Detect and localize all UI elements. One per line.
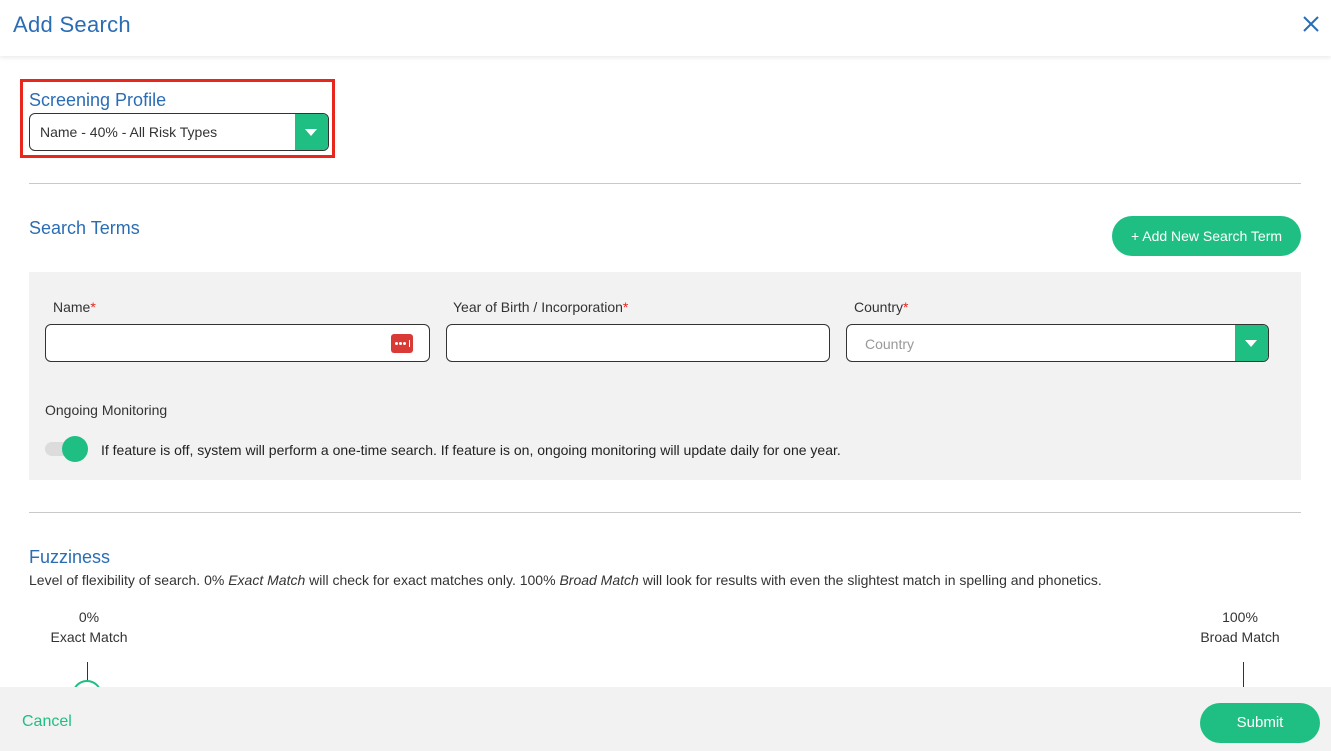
close-icon[interactable] xyxy=(1301,14,1321,34)
search-terms-panel: Name* Year of Birth / Incorporation* Cou… xyxy=(29,272,1301,480)
required-mark: * xyxy=(622,299,629,315)
fuzziness-description: Level of flexibility of search. 0% Exact… xyxy=(29,572,1102,588)
screening-profile-select[interactable]: Name - 40% - All Risk Types xyxy=(29,113,329,151)
chevron-down-icon[interactable] xyxy=(1235,325,1268,361)
chevron-down-icon[interactable] xyxy=(295,114,328,150)
cancel-button[interactable]: Cancel xyxy=(22,713,72,731)
scale-max-tick xyxy=(1243,662,1244,687)
screening-profile-title: Screening Profile xyxy=(29,90,167,110)
modal-footer: Cancel Submit xyxy=(0,687,1331,751)
required-mark: * xyxy=(903,299,909,315)
modal-title: Add Search xyxy=(13,12,131,37)
name-input[interactable] xyxy=(45,324,430,362)
scale-max-label: 100% Broad Match xyxy=(1200,609,1280,645)
password-manager-icon[interactable] xyxy=(391,334,413,353)
ongoing-monitoring-label: Ongoing Monitoring xyxy=(45,402,168,418)
name-label: Name* xyxy=(53,299,96,315)
modal-header: Add Search xyxy=(0,0,1331,56)
section-divider xyxy=(29,512,1301,513)
country-placeholder: Country xyxy=(865,336,915,352)
fuzziness-title: Fuzziness xyxy=(29,547,111,567)
year-label: Year of Birth / Incorporation* xyxy=(453,299,629,315)
screening-profile-value: Name - 40% - All Risk Types xyxy=(40,124,218,140)
country-select[interactable]: Country xyxy=(846,324,1269,362)
required-mark: * xyxy=(90,299,96,315)
section-divider xyxy=(29,183,1301,184)
add-search-term-button[interactable]: + Add New Search Term xyxy=(1112,216,1301,256)
country-label: Country* xyxy=(854,299,909,315)
monitoring-toggle[interactable] xyxy=(62,436,88,462)
search-terms-title: Search Terms xyxy=(29,218,140,238)
year-input[interactable] xyxy=(446,324,830,362)
scale-min-label: 0% Exact Match xyxy=(50,609,128,645)
submit-button[interactable]: Submit xyxy=(1200,703,1320,743)
monitoring-description: If feature is off, system will perform a… xyxy=(101,442,841,458)
